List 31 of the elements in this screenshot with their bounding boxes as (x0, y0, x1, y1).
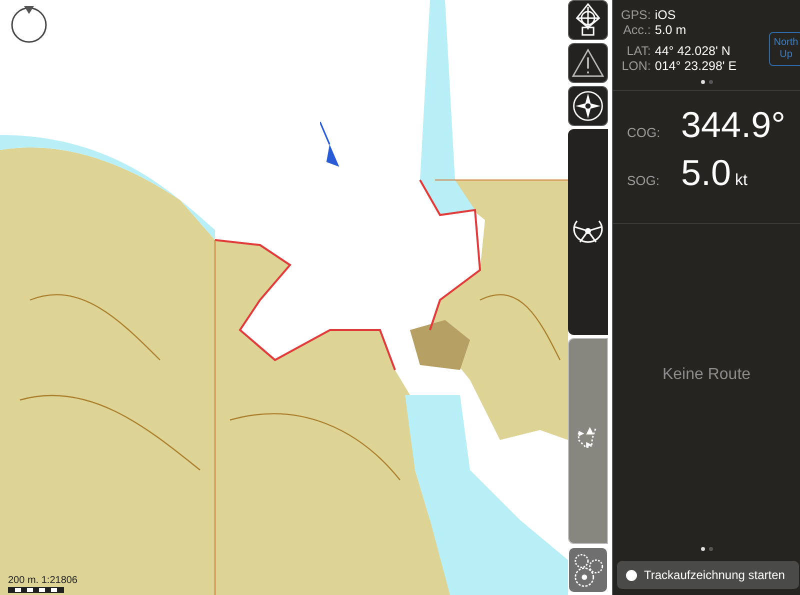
sog-label: SOG: (627, 173, 661, 188)
accuracy-value: 5.0 m (654, 23, 688, 38)
gps-label: GPS: (621, 8, 651, 23)
route-message: Keine Route (662, 366, 751, 384)
town-area (410, 320, 470, 370)
compass-rose-icon (572, 90, 604, 122)
steering-panel-button[interactable] (568, 129, 608, 335)
toolbar-button[interactable] (568, 86, 608, 126)
longitude-value: 014° 23.298' E (654, 59, 737, 74)
latitude-label: LAT: (626, 44, 651, 59)
gps-source: iOS (654, 8, 677, 23)
page-dot[interactable] (708, 80, 712, 84)
warning-icon (571, 48, 605, 78)
latitude-value: 44° 42.028' N (654, 44, 732, 59)
toolbar-button[interactable] (568, 43, 608, 83)
page-dot[interactable] (700, 80, 704, 84)
sog-value: 5.0 (681, 151, 732, 195)
toolbar-button[interactable] (568, 0, 608, 40)
scale-bar (8, 587, 64, 593)
page-dot[interactable] (700, 547, 704, 551)
sog-unit: kt (735, 172, 748, 190)
track-recording-button[interactable]: Trackaufzeichnung starten (617, 561, 799, 589)
record-dot-icon (626, 570, 637, 580)
north-up-button[interactable]: North Up (769, 32, 800, 66)
cog-label: COG: (627, 125, 661, 140)
cog-value: 344.9° (681, 103, 786, 147)
crosshair-icon (574, 3, 602, 37)
scale-label: 200 m. 1:21806 (8, 576, 78, 586)
accuracy-label: Acc.: (622, 23, 651, 38)
longitude-label: LON: (621, 59, 651, 74)
page-dot[interactable] (708, 547, 712, 551)
